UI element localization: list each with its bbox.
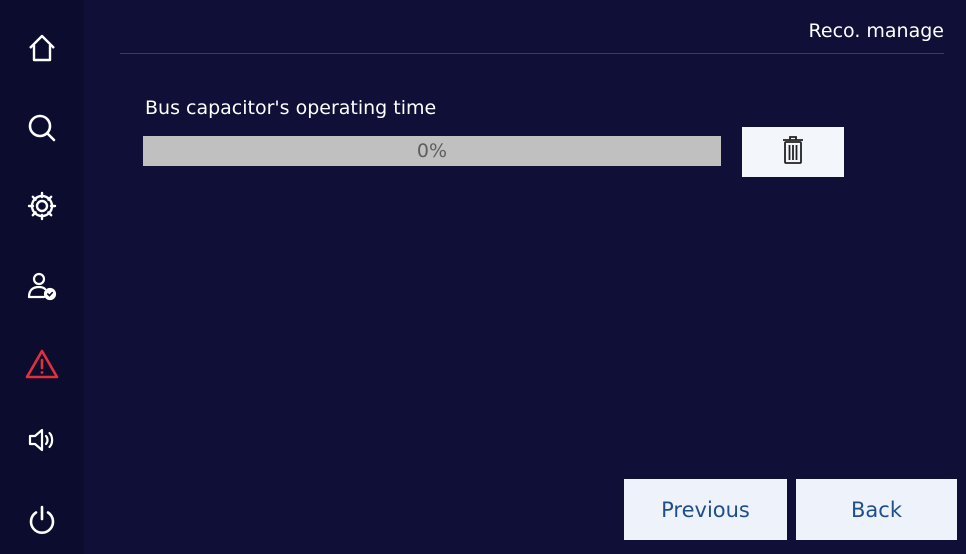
gear-icon bbox=[26, 190, 58, 222]
power-icon bbox=[26, 504, 58, 536]
trash-icon bbox=[782, 135, 804, 169]
sidebar-item-search[interactable] bbox=[0, 98, 84, 158]
sidebar-item-power[interactable] bbox=[0, 490, 84, 550]
user-check-icon bbox=[26, 270, 58, 302]
operating-time-progress-bar: 0% bbox=[143, 136, 721, 166]
sidebar-item-alarms[interactable] bbox=[0, 334, 84, 394]
home-icon bbox=[26, 32, 58, 64]
header-divider bbox=[120, 53, 944, 54]
sidebar-item-user[interactable] bbox=[0, 256, 84, 316]
search-icon bbox=[26, 112, 58, 144]
back-button[interactable]: Back bbox=[796, 479, 957, 540]
previous-button[interactable]: Previous bbox=[624, 479, 787, 540]
warning-icon bbox=[24, 348, 60, 380]
sidebar bbox=[0, 0, 84, 554]
parameter-label: Bus capacitor's operating time bbox=[145, 97, 437, 119]
sidebar-item-home[interactable] bbox=[0, 18, 84, 78]
sidebar-item-sound[interactable] bbox=[0, 410, 84, 470]
page-title: Reco. manage bbox=[808, 20, 944, 42]
sidebar-item-settings[interactable] bbox=[0, 176, 84, 236]
speaker-icon bbox=[26, 424, 58, 456]
progress-text: 0% bbox=[416, 140, 448, 162]
reset-button[interactable] bbox=[742, 127, 844, 177]
